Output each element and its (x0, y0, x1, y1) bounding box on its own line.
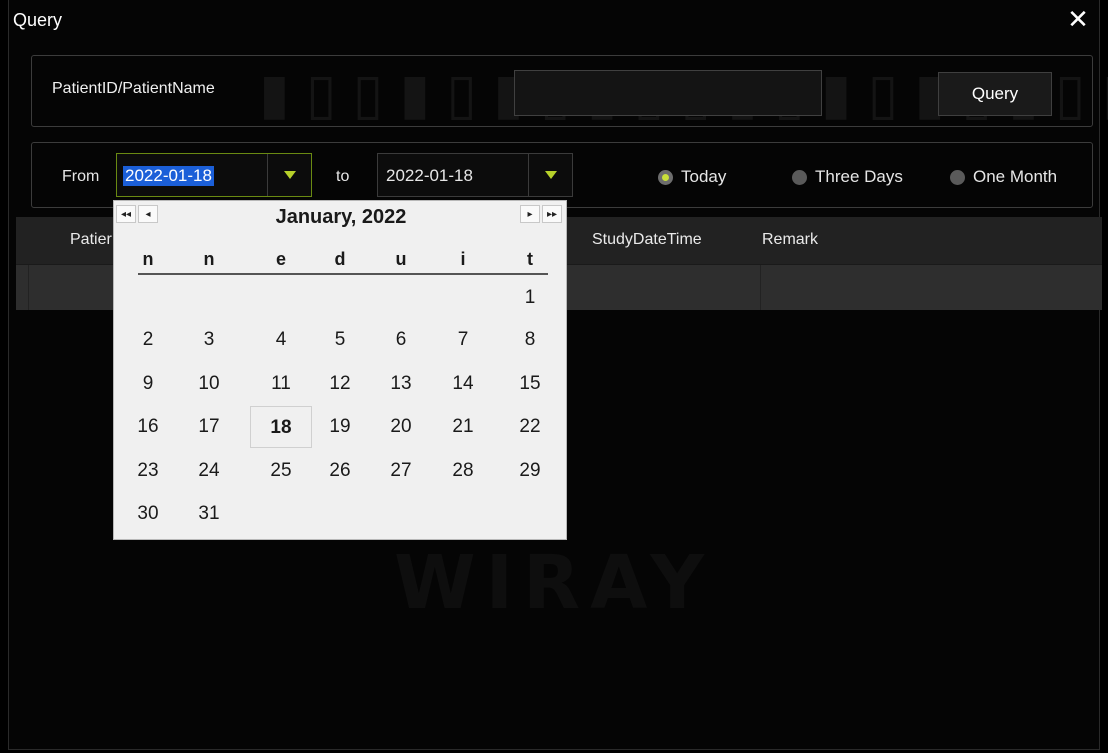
radio-today-label: Today (681, 167, 727, 186)
from-date-picker[interactable]: 2022-01-18 (116, 153, 312, 197)
calendar-day[interactable]: 19 (309, 406, 371, 448)
column-header-study-date-time[interactable]: StudyDateTime (592, 231, 702, 249)
calendar-day[interactable]: 10 (178, 363, 240, 405)
from-date-dropdown-button[interactable] (267, 154, 311, 196)
radio-one-month-label: One Month (973, 167, 1058, 186)
weekday-divider (138, 273, 548, 275)
calendar-day[interactable]: 24 (178, 450, 240, 492)
query-button[interactable]: Query (938, 72, 1052, 116)
chevron-down-icon (544, 171, 557, 179)
column-header-patient[interactable]: Patier (70, 231, 112, 249)
next-year-icon[interactable]: ▸▸ (542, 205, 562, 223)
calendar-day[interactable]: 11 (250, 363, 312, 405)
calendar-month-title[interactable]: January, 2022 (114, 206, 568, 229)
calendar-day[interactable]: 18 (250, 406, 312, 448)
radio-dot-icon (950, 169, 965, 185)
weekday-label: u (395, 249, 407, 269)
to-date-value[interactable]: 2022-01-18 (386, 166, 473, 186)
calendar-day[interactable]: 9 (117, 363, 179, 405)
calendar-day[interactable]: 23 (117, 450, 179, 492)
calendar-day[interactable]: 6 (370, 319, 432, 361)
calendar-day[interactable]: 2 (117, 319, 179, 361)
calendar-day[interactable]: 12 (309, 363, 371, 405)
radio-today[interactable]: Today (658, 167, 726, 187)
chevron-down-icon (283, 171, 296, 179)
calendar-day[interactable]: 26 (309, 450, 371, 492)
close-icon[interactable]: ✕ (1063, 4, 1093, 34)
column-header-remark[interactable]: Remark (762, 231, 818, 249)
calendar-day[interactable]: 5 (309, 319, 371, 361)
weekday-label: n (142, 249, 154, 269)
window-title: Query (13, 10, 63, 30)
patient-search-label: PatientID/PatientName (52, 80, 215, 97)
radio-three-days[interactable]: Three Days (792, 167, 903, 187)
calendar-day[interactable]: 28 (432, 450, 494, 492)
calendar-day[interactable]: 25 (250, 450, 312, 492)
calendar-day[interactable]: 8 (499, 319, 561, 361)
radio-dot-icon (658, 169, 673, 185)
calendar-day[interactable]: 4 (250, 319, 312, 361)
calendar-day[interactable]: 31 (178, 493, 240, 535)
calendar-day[interactable]: 13 (370, 363, 432, 405)
calendar-day[interactable]: 1 (499, 277, 561, 319)
radio-one-month[interactable]: One Month (950, 167, 1057, 187)
weekday-label: n (203, 249, 215, 269)
weekday-label: e (275, 249, 286, 269)
query-window: ▮▯▯▮▯▮▯▮▯▯▮▯▮▯▮▯▮▯▮ WIRAY Query ✕ Patien… (0, 0, 1108, 753)
grid-divider (28, 265, 29, 310)
calendar-day[interactable]: 7 (432, 319, 494, 361)
calendar-day[interactable]: 3 (178, 319, 240, 361)
calendar-day[interactable]: 14 (432, 363, 494, 405)
calendar-day[interactable]: 20 (370, 406, 432, 448)
weekday-label: t (527, 249, 533, 269)
calendar-day[interactable]: 29 (499, 450, 561, 492)
date-range-panel: From 2022-01-18 to 2022-01-18 Today Thre… (31, 142, 1093, 208)
title-bar: Query ✕ (9, 0, 1101, 44)
radio-three-days-label: Three Days (815, 167, 903, 186)
from-label: From (62, 168, 100, 185)
calendar-popup: ◂◂ ◂ January, 2022 ▸ ▸▸ nneduit 12345678… (113, 200, 567, 540)
from-date-value[interactable]: 2022-01-18 (123, 166, 214, 186)
to-date-picker[interactable]: 2022-01-18 (377, 153, 573, 197)
watermark-logo: WIRAY (394, 540, 714, 626)
weekday-label: i (460, 249, 466, 269)
calendar-nav-right: ▸ ▸▸ (520, 205, 562, 225)
calendar-day[interactable]: 27 (370, 450, 432, 492)
to-date-dropdown-button[interactable] (528, 154, 572, 196)
grid-divider (760, 265, 761, 310)
calendar-day[interactable]: 16 (117, 406, 179, 448)
calendar-day[interactable]: 22 (499, 406, 561, 448)
calendar-day[interactable]: 30 (117, 493, 179, 535)
weekday-label: d (334, 249, 346, 269)
to-label: to (336, 168, 350, 185)
calendar-day[interactable]: 17 (178, 406, 240, 448)
next-month-icon[interactable]: ▸ (520, 205, 540, 223)
search-panel: PatientID/PatientName Query (31, 55, 1093, 127)
calendar-day[interactable]: 15 (499, 363, 561, 405)
patient-search-input[interactable] (514, 70, 822, 116)
radio-dot-icon (792, 169, 807, 185)
calendar-day[interactable]: 21 (432, 406, 494, 448)
weekday-header: nneduit (114, 245, 568, 273)
